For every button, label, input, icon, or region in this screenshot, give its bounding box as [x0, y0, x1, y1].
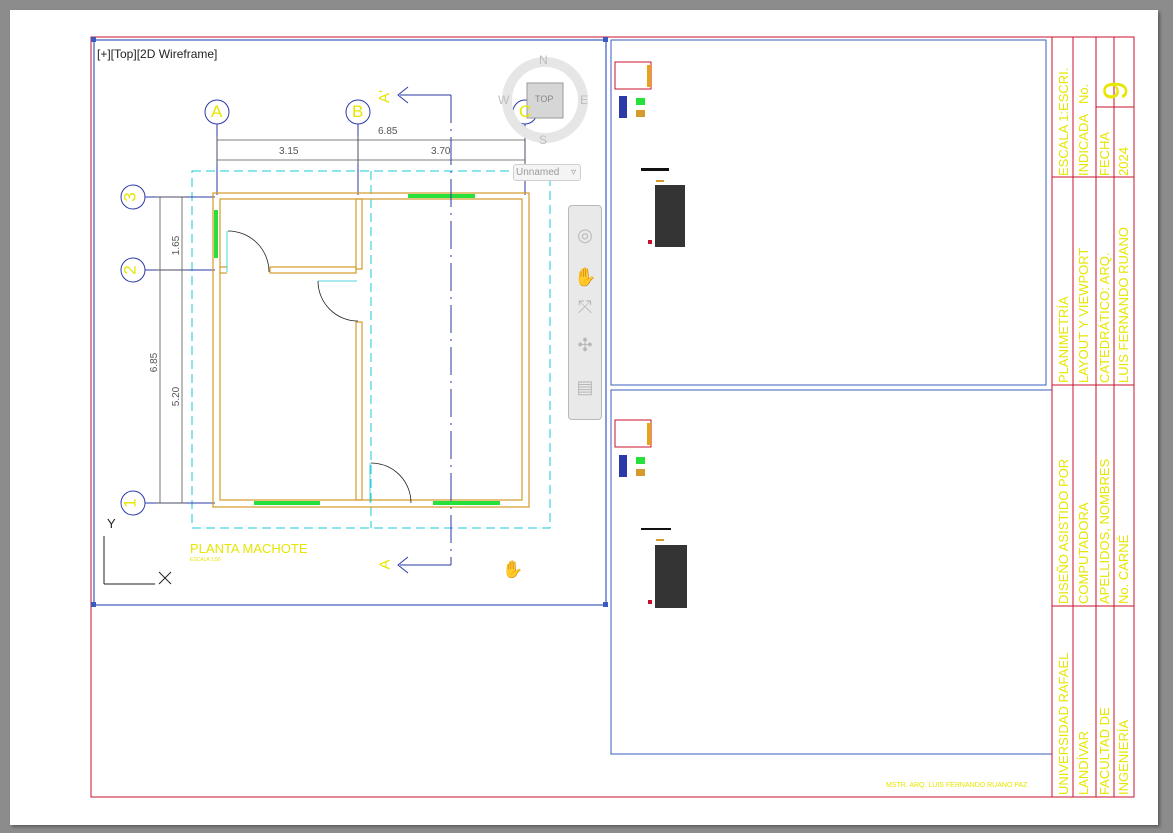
orbit-icon[interactable]: ✣ — [574, 334, 596, 356]
named-view-label: Unnamed — [516, 167, 560, 178]
grid-label-3: 3 — [120, 192, 140, 202]
section-mark-top: A' — [375, 90, 393, 103]
dim-upper: 1.65 — [171, 235, 183, 256]
tb-desc-3: CATEDRÁTICO: ARQ. — [1097, 252, 1112, 384]
pan-icon[interactable]: ✋ — [574, 266, 596, 288]
showmotion-icon[interactable]: ▤ — [574, 376, 596, 398]
tb-scale-value: INDICADA — [1076, 113, 1091, 176]
steering-wheel-icon[interactable]: ◎ — [574, 224, 596, 246]
pan-cursor-icon: ✋ — [502, 560, 524, 579]
dim-span-bc: 3.70 — [431, 146, 451, 157]
chevron-down-icon: ▿ — [570, 167, 576, 178]
viewport-label[interactable]: [+][Top][2D Wireframe] — [97, 47, 217, 61]
grid-label-a: A — [211, 102, 223, 121]
tb-desc-1: PLANIMETRÍA — [1056, 296, 1071, 383]
tb-desc-2: LAYOUT Y VIEWPORT — [1076, 247, 1091, 383]
tb-student-name: APELLIDOS, NOMBRES — [1097, 458, 1112, 604]
dim-span-ab: 3.15 — [279, 146, 299, 157]
grid-label-1: 1 — [120, 498, 140, 508]
ucs-icon — [103, 536, 172, 585]
zoom-extents-icon[interactable]: ⤧ — [574, 296, 596, 318]
compass-south[interactable]: S — [539, 133, 547, 147]
tb-student-id: No. CARNÉ — [1116, 534, 1131, 604]
mini-layout-thumbnail-lower — [614, 419, 687, 608]
grid-label-c: C — [519, 102, 532, 121]
tb-scale-label: ESCALA 1:ESCRI. — [1056, 67, 1071, 176]
compass-east[interactable]: E — [580, 93, 588, 107]
dim-total-width: 6.85 — [378, 126, 398, 137]
tb-faculty-1: FACULTAD DE — [1097, 707, 1112, 795]
tb-univ-2: LANDÍVAR — [1076, 730, 1091, 795]
compass-west[interactable]: W — [498, 93, 509, 107]
tb-faculty-2: INGENIERÍA — [1116, 719, 1131, 795]
grid-label-2: 2 — [120, 265, 140, 275]
section-mark-bottom: A — [376, 559, 394, 570]
mini-layout-thumbnail-upper — [614, 61, 685, 247]
navigation-bar[interactable]: ◎ ✋ ⤧ ✣ ▤ — [568, 205, 602, 420]
tb-course-2: COMPUTADORA — [1076, 502, 1091, 604]
drawing-title: PLANTA MACHOTE — [190, 541, 308, 556]
drawing-scale: ESCALA 1:50 — [190, 557, 221, 563]
tb-desc-4: LUIS FERNANDO RUANO — [1116, 226, 1131, 383]
viewcube-top-face[interactable]: TOP — [535, 94, 553, 104]
dim-total-height: 6.85 — [149, 352, 161, 373]
tb-sheet-number: 9 — [1097, 81, 1135, 100]
tb-date-label: FECHA — [1097, 131, 1112, 176]
named-view-dropdown[interactable]: Unnamed ▿ — [513, 164, 581, 181]
credit-text: MSTR. ARQ. LUIS FERNANDO RUANO PAZ — [886, 782, 1028, 789]
tb-date-value: 2024 — [1116, 147, 1131, 176]
tb-no-label: No. — [1076, 83, 1091, 104]
windows — [214, 194, 500, 505]
grid-label-b: B — [352, 102, 364, 121]
sheet-border — [90, 36, 1135, 798]
dim-lower: 5.20 — [171, 386, 183, 407]
tb-univ-1: UNIVERSIDAD RAFAEL — [1056, 652, 1071, 795]
tb-course-1: DISEÑO ASISTIDO POR — [1056, 458, 1071, 604]
doors — [226, 230, 412, 504]
grid-axes — [120, 99, 538, 516]
ucs-y-label: Y — [107, 516, 116, 531]
compass-north[interactable]: N — [539, 53, 548, 67]
